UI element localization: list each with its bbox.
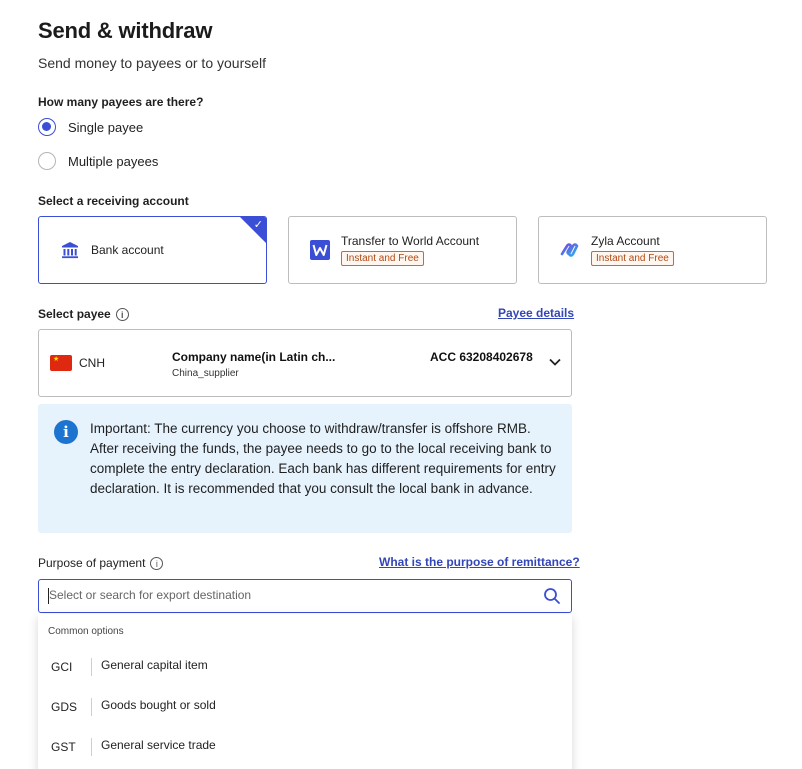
payee-account-number: ACC 63208402678 (430, 350, 533, 364)
purpose-search-field[interactable] (38, 579, 572, 613)
text-caret (48, 588, 49, 604)
page-title: Send & withdraw (38, 18, 213, 43)
payee-select-dropdown[interactable]: ★ CNH Company name(in Latin ch... China_… (38, 329, 572, 397)
card-title: Bank account (91, 243, 164, 257)
radio-button-checked[interactable] (38, 118, 56, 136)
radio-multiple-payees[interactable]: Multiple payees (38, 152, 158, 170)
option-label: General capital item (101, 658, 208, 672)
dropdown-option-gds[interactable]: GDS Goods bought or sold (38, 686, 572, 726)
dropdown-option-gst[interactable]: GST General service trade (38, 726, 572, 766)
account-card-zyla[interactable]: Zyla Account Instant and Free (538, 216, 767, 284)
card-title: Transfer to World Account (341, 234, 480, 248)
select-payee-text: Select payee (38, 307, 111, 321)
divider (91, 698, 92, 716)
instant-free-badge: Instant and Free (591, 251, 674, 266)
bank-icon (59, 239, 81, 261)
card-title: Zyla Account (591, 234, 660, 248)
zyla-logo-icon (559, 239, 581, 261)
account-card-bank[interactable]: Bank account ✓ (38, 216, 267, 284)
radio-label: Multiple payees (68, 153, 159, 169)
option-label: Goods bought or sold (101, 698, 216, 712)
purpose-label-text: Purpose of payment (38, 556, 146, 570)
china-flag-icon: ★ (50, 355, 72, 371)
dropdown-option-gci[interactable]: GCI General capital item (38, 646, 572, 686)
purpose-dropdown-menu: Common options GCI General capital item … (38, 614, 572, 769)
divider (91, 658, 92, 676)
info-icon[interactable]: i (115, 308, 129, 322)
payee-details-link[interactable]: Payee details (498, 306, 574, 320)
radio-label: Single payee (68, 119, 144, 135)
info-icon: i (54, 420, 78, 444)
purpose-label: Purpose of payment i (38, 556, 164, 571)
option-code: GST (51, 740, 76, 754)
account-card-world[interactable]: Transfer to World Account Instant and Fr… (288, 216, 517, 284)
chevron-down-icon[interactable] (548, 355, 562, 369)
receiving-account-label: Select a receiving account (38, 194, 189, 208)
search-icon[interactable] (543, 587, 561, 605)
option-label: General service trade (101, 738, 216, 752)
option-code: GCI (51, 660, 73, 674)
option-code: GDS (51, 700, 78, 714)
payee-currency: CNH (79, 356, 105, 370)
purpose-help-link[interactable]: What is the purpose of remittance? (379, 555, 580, 569)
select-payee-label: Select payee i (38, 307, 129, 322)
payees-count-label: How many payees are there? (38, 95, 204, 109)
payee-name: Company name(in Latin ch... (172, 350, 336, 364)
divider (91, 738, 92, 756)
radio-button[interactable] (38, 152, 56, 170)
checkmark-icon: ✓ (253, 219, 263, 231)
dropdown-header: Common options (48, 626, 124, 637)
radio-single-payee[interactable]: Single payee (38, 118, 143, 136)
payee-type: China_supplier (172, 368, 239, 379)
instant-free-badge: Instant and Free (341, 251, 424, 266)
purpose-search-input[interactable] (49, 588, 529, 602)
page-subtitle: Send money to payees or to yourself (38, 55, 267, 71)
offshore-rmb-notice: i Important: The currency you choose to … (38, 404, 572, 533)
notice-text: Important: The currency you choose to wi… (90, 421, 556, 496)
world-w-icon (309, 239, 331, 261)
info-icon[interactable]: i (150, 557, 164, 571)
